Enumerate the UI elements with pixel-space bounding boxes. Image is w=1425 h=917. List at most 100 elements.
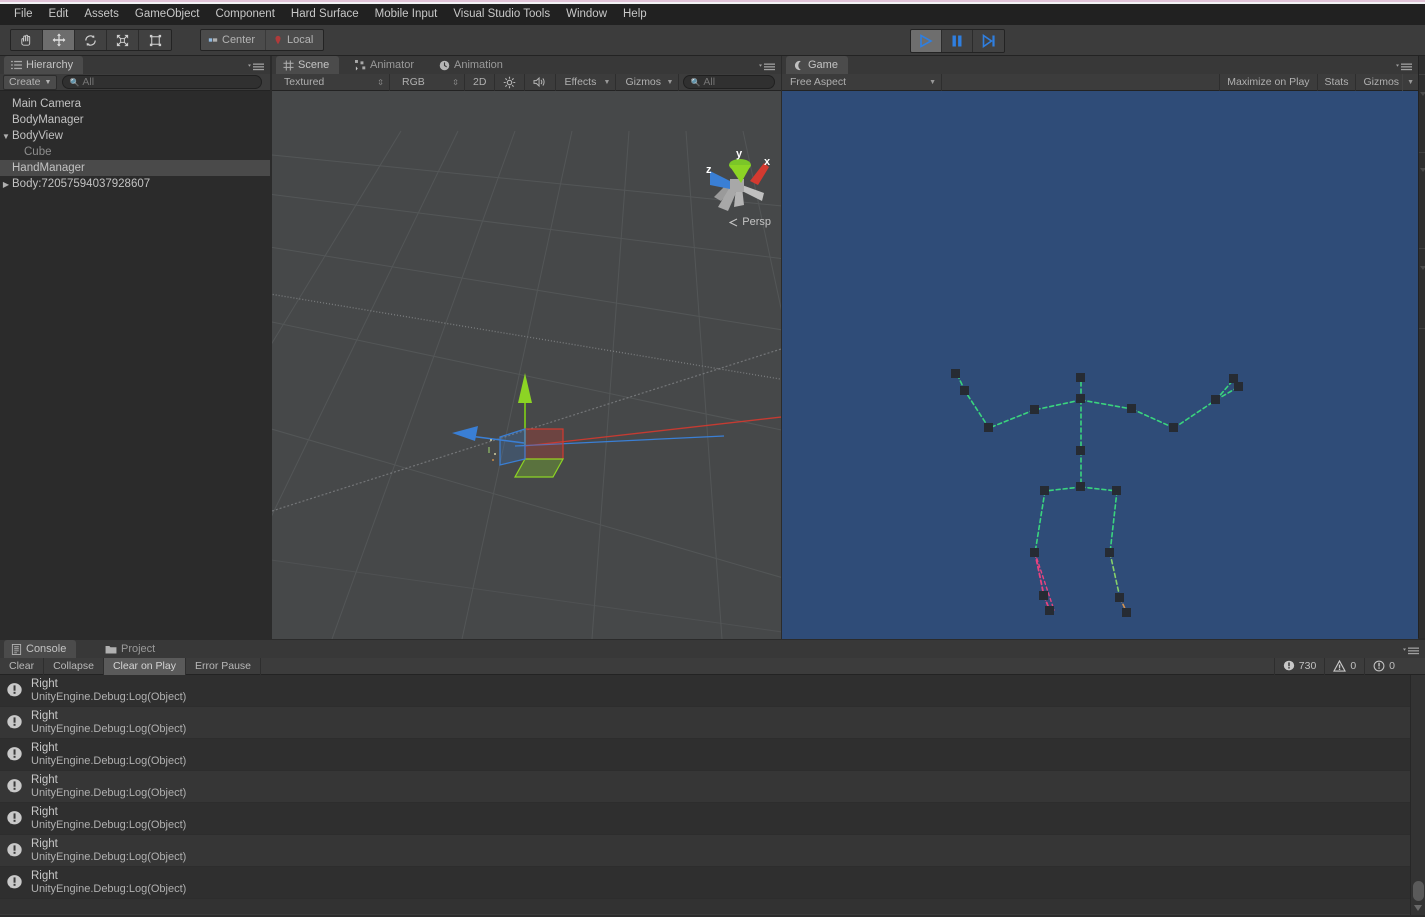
clear-button[interactable]: Clear bbox=[0, 657, 45, 675]
hierarchy-search-input[interactable] bbox=[82, 76, 262, 88]
collapse-button[interactable]: Collapse bbox=[44, 657, 104, 675]
pivot-mode-button[interactable]: Center bbox=[201, 30, 267, 50]
hierarchy-item-bodyview[interactable]: ▼ BodyView bbox=[0, 128, 270, 144]
menu-item-edit[interactable]: Edit bbox=[41, 5, 77, 24]
console-log-row[interactable]: Right UnityEngine.Debug:Log(Object) bbox=[0, 771, 1425, 803]
hierarchy-item-label: Cube bbox=[24, 146, 52, 158]
shading-mode-dropdown[interactable]: Textured ⇳ bbox=[272, 73, 390, 91]
hierarchy-item-handmanager[interactable]: ▶HandManager bbox=[0, 160, 270, 176]
toggle-2d-button[interactable]: 2D bbox=[465, 73, 496, 91]
tab-console-label: Console bbox=[26, 643, 67, 655]
color-mode-dropdown[interactable]: RGB ⇳ bbox=[390, 73, 465, 91]
log-error-icon bbox=[6, 714, 23, 731]
error-count-icon bbox=[1283, 660, 1295, 672]
menu-item-visual-studio-tools[interactable]: Visual Studio Tools bbox=[445, 5, 558, 24]
console-scrollbar[interactable] bbox=[1410, 675, 1425, 915]
aspect-ratio-dropdown[interactable]: Free Aspect ▼ bbox=[782, 73, 942, 91]
console-log-list[interactable]: Right UnityEngine.Debug:Log(Object) Right U… bbox=[0, 675, 1425, 915]
play-button[interactable] bbox=[911, 30, 942, 52]
console-log-row[interactable]: Right UnityEngine.Debug:Log(Object) bbox=[0, 867, 1425, 899]
menu-item-hard-surface[interactable]: Hard Surface bbox=[283, 5, 367, 24]
console-log-row[interactable]: Right UnityEngine.Debug:Log(Object) bbox=[0, 707, 1425, 739]
log-message: Right bbox=[31, 677, 58, 690]
hierarchy-item-bodymanager[interactable]: ▶BodyManager bbox=[0, 112, 270, 128]
stats-button[interactable]: Stats bbox=[1316, 73, 1356, 91]
info-count-icon bbox=[1373, 660, 1385, 672]
hierarchy-item-body-72057594037928607[interactable]: ▶ Body:72057594037928607 bbox=[0, 176, 270, 192]
color-mode-label: RGB bbox=[402, 76, 425, 88]
audio-toggle-button[interactable] bbox=[525, 73, 557, 91]
scene-viewport[interactable]: y x z Persp bbox=[272, 91, 781, 639]
console-log-row[interactable]: Right UnityEngine.Debug:Log(Object) bbox=[0, 835, 1425, 867]
tab-animator-label: Animator bbox=[370, 59, 415, 71]
sun-icon bbox=[504, 76, 516, 88]
space-mode-label: Local bbox=[287, 34, 314, 46]
inspector-collapsed-strip[interactable] bbox=[1418, 56, 1425, 638]
create-button[interactable]: Create ▼ bbox=[3, 74, 58, 90]
maximize-on-play-button[interactable]: Maximize on Play bbox=[1219, 73, 1316, 91]
rect-tool-button[interactable] bbox=[139, 30, 171, 50]
step-button[interactable] bbox=[973, 30, 1004, 52]
move-tool-button[interactable] bbox=[43, 30, 75, 50]
tab-animation-label: Animation bbox=[454, 59, 503, 71]
tab-scene[interactable]: Scene bbox=[276, 56, 340, 74]
skeleton-tracking-render bbox=[782, 91, 1418, 639]
tab-game[interactable]: Game bbox=[786, 56, 848, 74]
chevron-down-icon: ▼ bbox=[666, 78, 674, 86]
menu-item-file[interactable]: File bbox=[6, 5, 41, 24]
log-text-block: Right UnityEngine.Debug:Log(Object) bbox=[31, 870, 186, 896]
menu-item-gameobject[interactable]: GameObject bbox=[127, 5, 208, 24]
step-icon bbox=[982, 34, 995, 48]
hand-tool-button[interactable] bbox=[11, 30, 43, 50]
scroll-down-arrow-icon[interactable] bbox=[1414, 905, 1422, 911]
space-mode-button[interactable]: Local bbox=[266, 30, 324, 50]
info-count[interactable]: 0 bbox=[1364, 657, 1403, 675]
scale-tool-button[interactable] bbox=[107, 30, 139, 50]
console-panel-menu-button[interactable] bbox=[1401, 643, 1421, 661]
effects-dropdown[interactable]: Effects ▼ bbox=[556, 73, 617, 91]
console-bottom-divider bbox=[0, 914, 1410, 915]
log-text-block: Right UnityEngine.Debug:Log(Object) bbox=[31, 742, 186, 768]
scene-search-field[interactable]: 🔍 bbox=[683, 75, 775, 89]
console-scrollbar-thumb[interactable] bbox=[1413, 881, 1424, 901]
error-count[interactable]: 730 bbox=[1273, 657, 1325, 675]
tab-hierarchy[interactable]: Hierarchy bbox=[4, 56, 84, 74]
hierarchy-search-field[interactable]: 🔍 bbox=[62, 75, 263, 89]
lighting-toggle-button[interactable] bbox=[495, 73, 526, 91]
log-stacktrace: UnityEngine.Debug:Log(Object) bbox=[31, 690, 187, 703]
tab-animator[interactable]: Animator bbox=[348, 56, 424, 74]
scene-tabrow: Scene Animator Animation bbox=[272, 56, 781, 74]
menu-item-help[interactable]: Help bbox=[615, 5, 655, 24]
tab-game-label: Game bbox=[808, 59, 838, 71]
error-pause-button[interactable]: Error Pause bbox=[186, 657, 262, 675]
pause-button[interactable] bbox=[942, 30, 973, 52]
scene-search-input[interactable] bbox=[703, 76, 774, 88]
console-log-row[interactable]: Right UnityEngine.Debug:Log(Object) bbox=[0, 675, 1425, 707]
rotate-tool-button[interactable] bbox=[75, 30, 107, 50]
error-count-value: 730 bbox=[1298, 660, 1317, 672]
game-panel-menu-button[interactable] bbox=[1394, 59, 1414, 77]
log-message: Right bbox=[31, 805, 58, 818]
console-log-row[interactable]: Right UnityEngine.Debug:Log(Object) bbox=[0, 739, 1425, 771]
gizmos-dropdown[interactable]: Gizmos ▼ bbox=[616, 73, 680, 91]
log-error-icon bbox=[6, 810, 23, 827]
hierarchy-item-main-camera[interactable]: ▶Main Camera bbox=[0, 96, 270, 112]
menu-item-assets[interactable]: Assets bbox=[76, 5, 127, 24]
console-log-row[interactable]: Right UnityEngine.Debug:Log(Object) bbox=[0, 803, 1425, 835]
menu-item-component[interactable]: Component bbox=[207, 5, 282, 24]
tab-animation[interactable]: Animation bbox=[432, 56, 513, 74]
expand-arrow-open-icon[interactable]: ▼ bbox=[0, 132, 12, 141]
folder-icon bbox=[105, 644, 117, 654]
menu-item-window[interactable]: Window bbox=[558, 5, 615, 24]
tab-project[interactable]: Project bbox=[98, 640, 165, 658]
clear-on-play-button[interactable]: Clear on Play bbox=[103, 657, 186, 675]
log-message: Right bbox=[31, 741, 58, 754]
game-viewport[interactable] bbox=[782, 91, 1418, 639]
expand-arrow-closed-icon[interactable]: ▶ bbox=[0, 180, 12, 189]
hierarchy-panel-menu-button[interactable] bbox=[246, 59, 266, 77]
tab-console[interactable]: Console bbox=[4, 640, 77, 658]
scene-panel-menu-button[interactable] bbox=[757, 59, 777, 77]
menu-item-mobile-input[interactable]: Mobile Input bbox=[367, 5, 446, 24]
warning-count[interactable]: 0 bbox=[1324, 657, 1364, 675]
hierarchy-item-cube[interactable]: ▶ Cube bbox=[0, 144, 270, 160]
